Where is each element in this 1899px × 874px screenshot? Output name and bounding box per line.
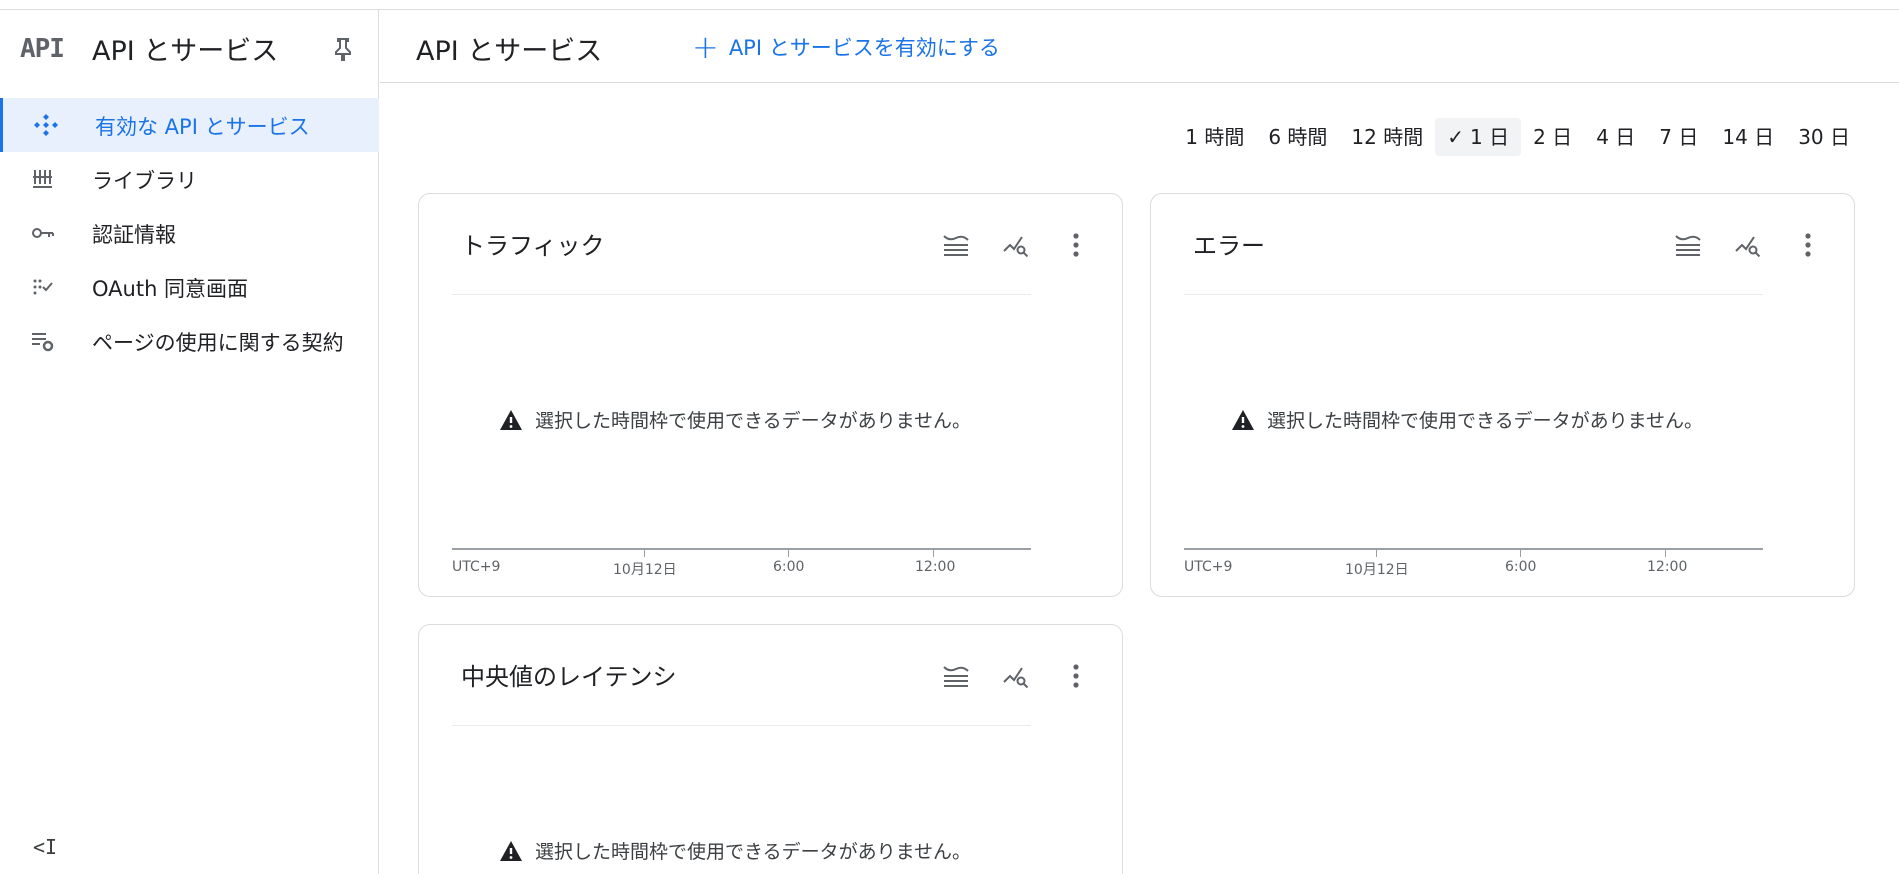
legend-toggle-icon[interactable] bbox=[938, 230, 974, 260]
x-axis bbox=[452, 548, 1031, 550]
card-title: エラー bbox=[1193, 232, 1265, 260]
no-data-text: 選択した時間枠で使用できるデータがありません。 bbox=[535, 841, 972, 863]
x-axis-tick-label: 6:00 bbox=[1505, 559, 1537, 575]
sidebar-item-page-usage-agreements[interactable]: ページの使用に関する契約 bbox=[0, 314, 379, 368]
sidebar-item-label: OAuth 同意画面 bbox=[92, 277, 249, 301]
sidebar-nav: 有効な API とサービス ライブラリ 認証情報 OAuth 同意画面 ページの… bbox=[0, 98, 379, 368]
collapse-sidebar-button[interactable]: <I bbox=[33, 835, 57, 859]
legend-toggle-icon[interactable] bbox=[1670, 230, 1706, 260]
time-range-option[interactable]: 30 日 bbox=[1786, 118, 1862, 156]
sidebar-item-label: 認証情報 bbox=[92, 223, 176, 247]
errors-card: エラー 選択した時間枠で使用できるデータがありません。 UTC+9 10月12日… bbox=[1150, 193, 1855, 597]
timezone-label: UTC+9 bbox=[452, 559, 501, 575]
x-axis-tick bbox=[1376, 549, 1377, 557]
x-axis-tick-label: 12:00 bbox=[915, 559, 956, 575]
sidebar-item-label: ページの使用に関する契約 bbox=[92, 331, 344, 355]
enable-apis-button[interactable]: + API とサービスを有効にする bbox=[692, 30, 1000, 64]
explore-chart-icon[interactable] bbox=[998, 661, 1034, 691]
card-divider bbox=[452, 725, 1031, 726]
x-axis-tick bbox=[1520, 549, 1521, 557]
no-data-text: 選択した時間枠で使用できるデータがありません。 bbox=[535, 410, 972, 432]
card-title: トラフィック bbox=[461, 232, 605, 260]
sidebar-item-label: ライブラリ bbox=[92, 169, 197, 193]
time-range-option[interactable]: 4 日 bbox=[1584, 118, 1647, 156]
card-divider bbox=[452, 294, 1031, 295]
page-title: API とサービス bbox=[416, 36, 603, 67]
no-data-message: 選択した時間枠で使用できるデータがありません。 bbox=[1231, 406, 1703, 433]
x-axis-tick bbox=[644, 549, 645, 557]
warning-icon bbox=[500, 409, 522, 430]
sidebar-item-credentials[interactable]: 認証情報 bbox=[0, 206, 379, 260]
legend-toggle-icon[interactable] bbox=[938, 661, 974, 691]
x-axis-tick-label: 10月12日 bbox=[613, 562, 677, 578]
timezone-label: UTC+9 bbox=[1184, 559, 1233, 575]
time-range-option[interactable]: 14 日 bbox=[1710, 118, 1786, 156]
time-range-option[interactable]: 12 時間 bbox=[1339, 118, 1435, 156]
more-options-icon[interactable] bbox=[1790, 230, 1826, 260]
key-icon bbox=[30, 221, 56, 245]
sidebar-header: API API とサービス bbox=[0, 10, 378, 83]
no-data-message: 選択した時間枠で使用できるデータがありません。 bbox=[499, 406, 971, 433]
card-toolbar bbox=[1670, 230, 1826, 260]
x-axis-tick bbox=[933, 549, 934, 557]
x-axis-tick-label: 10月12日 bbox=[1345, 562, 1409, 578]
sidebar-title: API とサービス bbox=[92, 36, 279, 67]
time-range-option[interactable]: 7 日 bbox=[1647, 118, 1710, 156]
library-icon bbox=[30, 167, 56, 191]
no-data-message: 選択した時間枠で使用できるデータがありません。 bbox=[499, 837, 971, 864]
x-axis-tick bbox=[788, 549, 789, 557]
warning-icon bbox=[500, 840, 522, 861]
api-diamond-icon bbox=[33, 113, 59, 137]
top-border bbox=[0, 0, 1899, 10]
card-toolbar bbox=[938, 661, 1094, 691]
plus-icon: + bbox=[692, 28, 719, 66]
api-logo: API bbox=[20, 34, 65, 64]
x-axis-tick-label: 6:00 bbox=[773, 559, 805, 575]
warning-icon bbox=[1232, 409, 1254, 430]
traffic-card: トラフィック 選択した時間枠で使用できるデータがありません。 UTC+9 10月… bbox=[418, 193, 1123, 597]
sidebar-item-library[interactable]: ライブラリ bbox=[0, 152, 379, 206]
time-range-selector: 1 時間 6 時間 12 時間 1 日 2 日 4 日 7 日 14 日 30 … bbox=[1173, 118, 1862, 156]
more-options-icon[interactable] bbox=[1058, 230, 1094, 260]
pin-icon[interactable] bbox=[332, 36, 354, 62]
sidebar-item-label: 有効な API とサービス bbox=[95, 115, 310, 139]
card-title: 中央値のレイテンシ bbox=[461, 663, 677, 691]
x-axis bbox=[1184, 548, 1763, 550]
card-toolbar bbox=[938, 230, 1094, 260]
time-range-option[interactable]: 1 時間 bbox=[1173, 118, 1256, 156]
oauth-consent-icon bbox=[30, 275, 56, 299]
sidebar-item-oauth-consent[interactable]: OAuth 同意画面 bbox=[0, 260, 379, 314]
explore-chart-icon[interactable] bbox=[1730, 230, 1766, 260]
x-axis-tick bbox=[1665, 549, 1666, 557]
page-settings-icon bbox=[30, 329, 56, 353]
card-divider bbox=[1184, 294, 1763, 295]
main-header: API とサービス + API とサービスを有効にする bbox=[380, 10, 1899, 83]
time-range-option[interactable]: 6 時間 bbox=[1256, 118, 1339, 156]
no-data-text: 選択した時間枠で使用できるデータがありません。 bbox=[1267, 410, 1704, 432]
explore-chart-icon[interactable] bbox=[998, 230, 1034, 260]
x-axis-tick-label: 12:00 bbox=[1647, 559, 1688, 575]
enable-apis-label: API とサービスを有効にする bbox=[728, 36, 1000, 60]
time-range-option-selected[interactable]: 1 日 bbox=[1435, 118, 1522, 156]
sidebar: API API とサービス 有効な API とサービス ライブラリ 認証情報 O… bbox=[0, 10, 379, 874]
time-range-option[interactable]: 2 日 bbox=[1521, 118, 1584, 156]
more-options-icon[interactable] bbox=[1058, 661, 1094, 691]
sidebar-item-enabled-apis[interactable]: 有効な API とサービス bbox=[0, 98, 379, 152]
median-latency-card: 中央値のレイテンシ 選択した時間枠で使用できるデータがありません。 bbox=[418, 624, 1123, 874]
